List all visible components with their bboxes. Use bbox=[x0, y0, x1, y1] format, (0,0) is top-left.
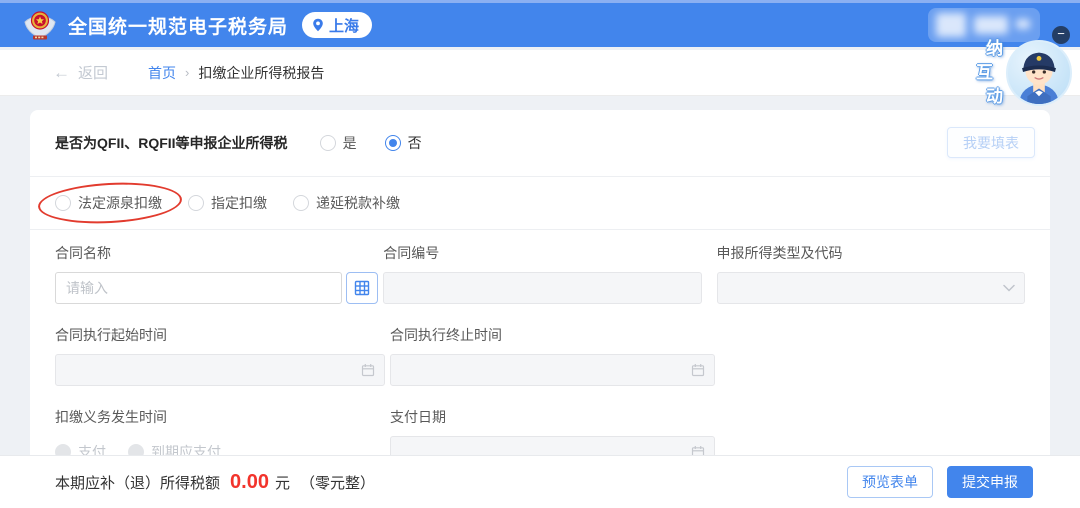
pay-date-datepicker-disabled bbox=[390, 436, 715, 455]
back-label: 返回 bbox=[78, 62, 108, 83]
back-button[interactable]: ← 返回 bbox=[53, 62, 108, 83]
mascot-bubble bbox=[1006, 40, 1072, 106]
form-row-1: 合同名称 合同编号 bbox=[55, 243, 1025, 304]
mascot-char-2: 互 bbox=[976, 58, 993, 83]
contract-start-label: 合同执行起始时间 bbox=[55, 325, 385, 345]
contract-name-label: 合同名称 bbox=[55, 243, 378, 263]
obligation-time-label: 扣缴义务发生时间 bbox=[55, 407, 385, 427]
amount-value: 0.00 bbox=[230, 471, 269, 494]
withholding-type-row: 法定源泉扣缴 指定扣缴 递延税款补缴 bbox=[30, 177, 1050, 229]
contract-no-label: 合同编号 bbox=[383, 243, 701, 263]
fill-form-button[interactable]: 我要填表 bbox=[947, 127, 1035, 158]
location-pin-icon bbox=[311, 18, 325, 32]
form-row-3: 扣缴义务发生时间 支付 到期应支付 支付日期 bbox=[55, 407, 1025, 455]
qfii-no-label: 否 bbox=[408, 133, 422, 153]
form-row-2: 合同执行起始时间 合同执行终止时间 bbox=[55, 325, 1025, 386]
contract-end-datepicker-disabled bbox=[390, 354, 715, 386]
withhold-type-label: 法定源泉扣缴 bbox=[78, 193, 162, 213]
obligation-radio-pay: 支付 bbox=[55, 442, 106, 455]
chevron-down-icon bbox=[1003, 284, 1015, 292]
contract-lookup-button[interactable] bbox=[346, 272, 378, 304]
pay-date-label: 支付日期 bbox=[390, 407, 715, 427]
action-footer: 本期应补（退）所得税额 0.00 元 （零元整） 预览表单 提交申报 bbox=[0, 455, 1080, 508]
table-grid-icon bbox=[354, 280, 370, 296]
breadcrumb: ← 返回 首页 › 扣缴企业所得税报告 bbox=[0, 50, 1080, 96]
calendar-icon bbox=[691, 445, 705, 455]
tax-bureau-logo-icon bbox=[22, 7, 58, 43]
contract-no-input-disabled bbox=[383, 272, 701, 304]
radio-circle-icon bbox=[55, 195, 71, 211]
app-header: 全国统一规范电子税务局 上海 bbox=[0, 0, 1080, 47]
radio-circle-icon bbox=[128, 444, 144, 455]
amount-label: 本期应补（退）所得税额 bbox=[55, 472, 220, 493]
back-arrow-icon: ← bbox=[53, 63, 70, 83]
radio-circle-icon bbox=[188, 195, 204, 211]
contract-no-field: 合同编号 bbox=[383, 243, 701, 304]
contract-start-field: 合同执行起始时间 bbox=[55, 325, 385, 386]
breadcrumb-home-link[interactable]: 首页 bbox=[148, 63, 176, 83]
contract-name-input[interactable] bbox=[55, 272, 342, 304]
tax-amount-summary: 本期应补（退）所得税额 0.00 元 （零元整） bbox=[55, 471, 375, 494]
radio-circle-icon bbox=[320, 135, 336, 151]
blurred-username bbox=[974, 16, 1008, 34]
submit-declaration-button[interactable]: 提交申报 bbox=[947, 466, 1033, 498]
declaration-form-card: 是否为QFII、RQFII等申报企业所得税 是 否 我要填表 法定源泉扣缴 指定… bbox=[30, 110, 1050, 455]
contract-name-field: 合同名称 bbox=[55, 243, 378, 304]
location-selector[interactable]: 上海 bbox=[302, 12, 372, 38]
radio-circle-icon bbox=[385, 135, 401, 151]
blurred-avatar bbox=[936, 13, 966, 37]
withhold-type-label: 指定扣缴 bbox=[211, 193, 267, 213]
minimize-icon[interactable]: − bbox=[1052, 26, 1070, 44]
qfii-yes-label: 是 bbox=[343, 133, 357, 153]
tax-assistant-mascot[interactable]: 纳 互 动 bbox=[966, 34, 1074, 114]
obligation-pay-label: 支付 bbox=[78, 442, 106, 455]
calendar-icon bbox=[691, 363, 705, 377]
income-type-select-disabled bbox=[717, 272, 1026, 304]
income-type-field: 申报所得类型及代码 bbox=[717, 243, 1026, 304]
contract-end-field: 合同执行终止时间 bbox=[390, 325, 715, 386]
radio-circle-icon bbox=[55, 444, 71, 455]
tax-officer-avatar-icon bbox=[1008, 42, 1070, 104]
pay-date-field: 支付日期 bbox=[390, 407, 715, 455]
qfii-radio-no[interactable]: 否 bbox=[385, 133, 422, 153]
contract-start-datepicker-disabled bbox=[55, 354, 385, 386]
obligation-radio-due: 到期应支付 bbox=[128, 442, 221, 455]
contract-form-area: 合同名称 合同编号 bbox=[30, 230, 1050, 455]
radio-circle-icon bbox=[293, 195, 309, 211]
obligation-time-field: 扣缴义务发生时间 支付 到期应支付 bbox=[55, 407, 385, 455]
mascot-char-3: 动 bbox=[986, 82, 1003, 107]
income-type-label: 申报所得类型及代码 bbox=[717, 243, 1026, 263]
preview-form-button[interactable]: 预览表单 bbox=[847, 466, 933, 498]
amount-unit: 元 bbox=[275, 472, 290, 493]
blurred-detail bbox=[1016, 19, 1030, 29]
breadcrumb-current-page: 扣缴企业所得税报告 bbox=[198, 63, 324, 83]
withhold-type-label: 递延税款补缴 bbox=[316, 193, 400, 213]
qfii-question-label: 是否为QFII、RQFII等申报企业所得税 bbox=[55, 133, 288, 153]
calendar-icon bbox=[361, 363, 375, 377]
breadcrumb-separator: › bbox=[185, 65, 189, 80]
withhold-type-radio-designated[interactable]: 指定扣缴 bbox=[188, 193, 267, 213]
qfii-question-row: 是否为QFII、RQFII等申报企业所得税 是 否 我要填表 bbox=[30, 110, 1050, 176]
mascot-char-1: 纳 bbox=[986, 34, 1003, 59]
qfii-radio-yes[interactable]: 是 bbox=[320, 133, 357, 153]
withhold-type-radio-deferred[interactable]: 递延税款补缴 bbox=[293, 193, 400, 213]
amount-in-words: （零元整） bbox=[300, 472, 375, 493]
contract-end-label: 合同执行终止时间 bbox=[390, 325, 715, 345]
app-title: 全国统一规范电子税务局 bbox=[68, 12, 288, 39]
withhold-type-radio-statutory[interactable]: 法定源泉扣缴 bbox=[55, 193, 162, 213]
obligation-due-label: 到期应支付 bbox=[151, 442, 221, 455]
location-label: 上海 bbox=[329, 15, 359, 36]
